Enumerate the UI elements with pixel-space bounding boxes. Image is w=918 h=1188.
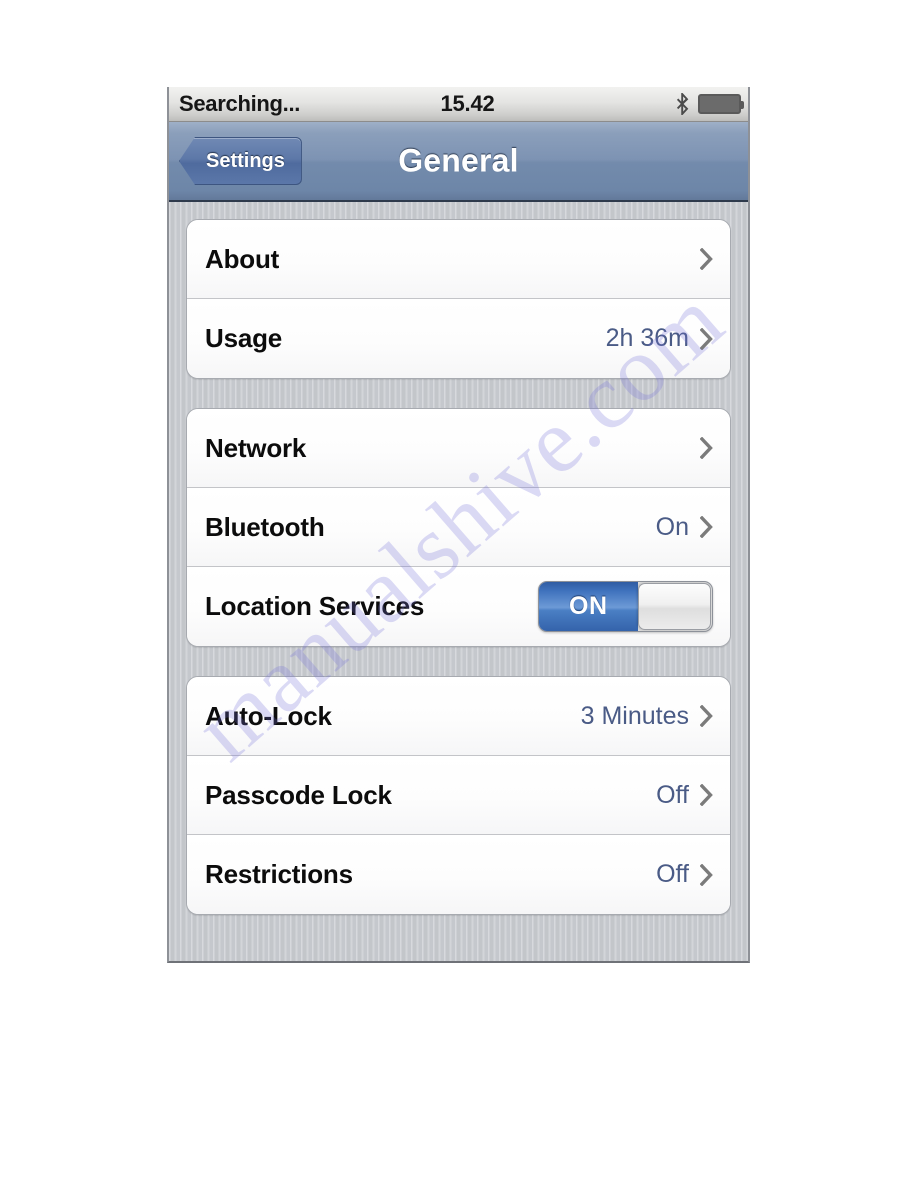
- row-value: 2h 36m: [605, 324, 689, 352]
- row-label: About: [205, 243, 280, 274]
- toggle-on-track: ON: [539, 582, 638, 631]
- phone-screen: Searching... 15.42 Settings General Abou…: [167, 87, 750, 963]
- settings-row-network[interactable]: Network: [187, 409, 730, 488]
- settings-row-location-services[interactable]: Location Services ON: [187, 567, 730, 646]
- settings-group-1: About Usage 2h 36m: [186, 219, 731, 379]
- bluetooth-icon: [676, 93, 689, 115]
- row-label: Restrictions: [205, 859, 353, 889]
- row-value: 3 Minutes: [580, 701, 689, 730]
- settings-group-3: Auto-Lock 3 Minutes Passcode Lock Off Re…: [186, 676, 731, 915]
- battery-icon: [698, 94, 744, 114]
- chevron-right-icon: [699, 704, 713, 728]
- row-label: Usage: [205, 323, 283, 353]
- chevron-right-icon: [699, 327, 713, 350]
- row-label: Network: [205, 432, 307, 463]
- settings-row-restrictions[interactable]: Restrictions Off: [187, 835, 730, 914]
- chevron-right-icon: [699, 247, 713, 271]
- row-value: On: [655, 512, 689, 541]
- settings-row-usage[interactable]: Usage 2h 36m: [187, 299, 730, 378]
- location-services-toggle[interactable]: ON: [538, 581, 713, 632]
- settings-row-auto-lock[interactable]: Auto-Lock 3 Minutes: [187, 677, 730, 756]
- settings-row-bluetooth[interactable]: Bluetooth On: [187, 488, 730, 567]
- settings-group-2: Network Bluetooth On Location Services O…: [186, 408, 731, 647]
- chevron-right-icon: [699, 783, 713, 807]
- row-label: Location Services: [205, 591, 425, 621]
- row-value: Off: [656, 780, 689, 809]
- navigation-bar: Settings General: [169, 122, 748, 202]
- settings-row-about[interactable]: About: [187, 220, 730, 299]
- toggle-state-label: ON: [569, 592, 608, 620]
- settings-list: About Usage 2h 36m Network Bluetooth On …: [169, 202, 748, 961]
- chevron-right-icon: [699, 863, 713, 886]
- chevron-right-icon: [699, 515, 713, 539]
- status-bar: Searching... 15.42: [169, 87, 748, 122]
- status-bar-icons: [676, 93, 744, 115]
- settings-row-passcode-lock[interactable]: Passcode Lock Off: [187, 756, 730, 835]
- chevron-right-icon: [699, 436, 713, 460]
- row-label: Passcode Lock: [205, 779, 392, 810]
- status-bar-clock: 15.42: [440, 91, 495, 116]
- page-title: General: [398, 142, 519, 179]
- row-value: Off: [656, 860, 689, 888]
- toggle-knob: [637, 583, 711, 630]
- row-label: Bluetooth: [205, 511, 325, 542]
- row-label: Auto-Lock: [205, 700, 332, 731]
